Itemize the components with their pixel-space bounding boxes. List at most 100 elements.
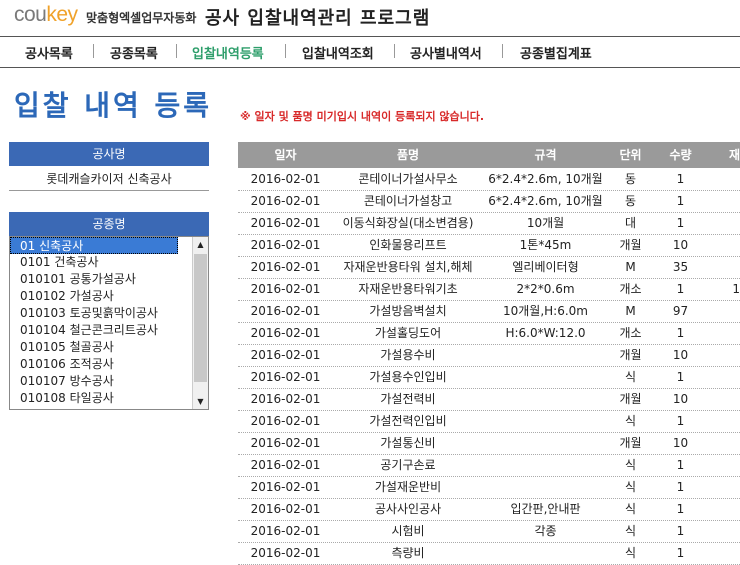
table-row[interactable]: 2016-02-01 공사사인공사 입간판,안내판 식 1 (238, 498, 740, 521)
cell-item-name[interactable]: 가설방음벽설치 (333, 300, 483, 322)
table-row[interactable]: 2016-02-01 이동식화장실(대소변겸용) 10개월 대 1 (238, 212, 740, 235)
nav-project-list[interactable]: 공사목록 (25, 43, 73, 62)
cell-item-name[interactable]: 자재운반용타워 설치,해체 (333, 256, 483, 278)
cell-qty[interactable]: 1 (653, 476, 708, 498)
cell-item-name[interactable]: 콘테이너가설사무소 (333, 168, 483, 190)
cell-date[interactable]: 2016-02-01 (238, 256, 333, 278)
cell-item-name[interactable]: 가설홀딩도어 (333, 322, 483, 344)
project-name-value[interactable]: 롯데캐슬카이저 신축공사 (9, 168, 209, 191)
cell-qty[interactable]: 10 (653, 234, 708, 256)
nav-trade-list[interactable]: 공종목록 (110, 43, 158, 62)
cell-unit[interactable]: 동 (608, 168, 653, 190)
cell-material[interactable] (708, 300, 740, 322)
cell-spec[interactable] (483, 476, 608, 498)
cell-unit[interactable]: 대 (608, 212, 653, 234)
cell-item-name[interactable]: 공기구손료 (333, 454, 483, 476)
table-row[interactable]: 2016-02-01 가설용수인입비 식 1 (238, 366, 740, 389)
table-row[interactable]: 2016-02-01 측량비 식 1 (238, 542, 740, 565)
cell-material[interactable] (708, 234, 740, 256)
cell-item-name[interactable]: 가설전력비 (333, 388, 483, 410)
cell-spec[interactable] (483, 366, 608, 388)
cell-spec[interactable] (483, 432, 608, 454)
cell-unit[interactable]: 개소 (608, 278, 653, 300)
cell-spec[interactable]: H:6.0*W:12.0 (483, 322, 608, 344)
table-row[interactable]: 2016-02-01 자재운반용타워 설치,해체 엘리베이터형 M 35 (238, 256, 740, 279)
table-row[interactable]: 2016-02-01 가설통신비 개월 10 (238, 432, 740, 455)
table-row[interactable]: 2016-02-01 가설방음벽설치 10개월,H:6.0m M 97 (238, 300, 740, 323)
table-row[interactable]: 2016-02-01 가설홀딩도어 H:6.0*W:12.0 개소 1 (238, 322, 740, 345)
nav-bid-search[interactable]: 입찰내역조회 (302, 43, 374, 62)
cell-material[interactable] (708, 388, 740, 410)
cell-qty[interactable]: 1 (653, 410, 708, 432)
cell-spec[interactable]: 각종 (483, 520, 608, 542)
table-row[interactable]: 2016-02-01 콘테이너가설창고 6*2.4*2.6m, 10개월 동 1 (238, 190, 740, 213)
cell-material[interactable] (708, 542, 740, 564)
cell-unit[interactable]: M (608, 300, 653, 322)
cell-unit[interactable]: 식 (608, 542, 653, 564)
cell-item-name[interactable]: 인화물용리프트 (333, 234, 483, 256)
cell-qty[interactable]: 1 (653, 542, 708, 564)
scroll-down-icon[interactable]: ▼ (193, 394, 208, 409)
scroll-up-icon[interactable]: ▲ (193, 237, 208, 252)
cell-date[interactable]: 2016-02-01 (238, 278, 333, 300)
cell-date[interactable]: 2016-02-01 (238, 476, 333, 498)
cell-material[interactable] (708, 366, 740, 388)
cell-spec[interactable]: 6*2.4*2.6m, 10개월 (483, 190, 608, 212)
cell-item-name[interactable]: 이동식화장실(대소변겸용) (333, 212, 483, 234)
cell-material[interactable] (708, 256, 740, 278)
cell-material[interactable] (708, 498, 740, 520)
cell-unit[interactable]: 식 (608, 454, 653, 476)
cell-unit[interactable]: 식 (608, 476, 653, 498)
table-row[interactable]: 2016-02-01 인화물용리프트 1톤*45m 개월 10 (238, 234, 740, 257)
cell-spec[interactable]: 10개월 (483, 212, 608, 234)
scroll-thumb[interactable] (194, 254, 207, 382)
trade-list-item[interactable]: 010108 타일공사 (10, 390, 188, 407)
cell-item-name[interactable]: 공사사인공사 (333, 498, 483, 520)
cell-material[interactable] (708, 432, 740, 454)
cell-date[interactable]: 2016-02-01 (238, 520, 333, 542)
cell-item-name[interactable]: 가설통신비 (333, 432, 483, 454)
cell-qty[interactable]: 10 (653, 432, 708, 454)
nav-bid-register[interactable]: 입찰내역등록 (192, 43, 264, 62)
table-row[interactable]: 2016-02-01 공기구손료 식 1 (238, 454, 740, 477)
table-row[interactable]: 2016-02-01 가설전력비 개월 10 (238, 388, 740, 411)
cell-material[interactable] (708, 212, 740, 234)
cell-date[interactable]: 2016-02-01 (238, 388, 333, 410)
cell-unit[interactable]: 식 (608, 520, 653, 542)
cell-qty[interactable]: 1 (653, 190, 708, 212)
cell-unit[interactable]: 식 (608, 366, 653, 388)
cell-material[interactable] (708, 454, 740, 476)
cell-item-name[interactable]: 콘테이너가설창고 (333, 190, 483, 212)
trade-list-item[interactable]: 010102 가설공사 (10, 288, 188, 305)
cell-date[interactable]: 2016-02-01 (238, 344, 333, 366)
cell-item-name[interactable]: 자재운반용타워기초 (333, 278, 483, 300)
cell-spec[interactable]: 엘리베이터형 (483, 256, 608, 278)
table-row[interactable]: 2016-02-01 자재운반용타워기초 2*2*0.6m 개소 1 1 (238, 278, 740, 301)
cell-date[interactable]: 2016-02-01 (238, 212, 333, 234)
cell-date[interactable]: 2016-02-01 (238, 432, 333, 454)
cell-qty[interactable]: 10 (653, 344, 708, 366)
cell-qty[interactable]: 1 (653, 366, 708, 388)
cell-date[interactable]: 2016-02-01 (238, 234, 333, 256)
nav-project-statement[interactable]: 공사별내역서 (410, 43, 482, 62)
table-row[interactable]: 2016-02-01 가설용수비 개월 10 (238, 344, 740, 367)
cell-date[interactable]: 2016-02-01 (238, 366, 333, 388)
nav-trade-summary[interactable]: 공종별집계표 (520, 43, 592, 62)
cell-material[interactable] (708, 520, 740, 542)
trade-listbox[interactable]: 01 신축공사 0101 건축공사 010101 공통가설공사 010102 가… (9, 236, 209, 410)
cell-material[interactable] (708, 190, 740, 212)
cell-unit[interactable]: 개월 (608, 388, 653, 410)
cell-spec[interactable]: 입간판,안내판 (483, 498, 608, 520)
cell-material[interactable] (708, 168, 740, 190)
cell-unit[interactable]: 개월 (608, 234, 653, 256)
cell-unit[interactable]: 동 (608, 190, 653, 212)
cell-qty[interactable]: 10 (653, 388, 708, 410)
table-row[interactable]: 2016-02-01 시험비 각종 식 1 (238, 520, 740, 543)
cell-unit[interactable]: 개월 (608, 344, 653, 366)
trade-list-item[interactable]: 01 신축공사 (10, 237, 178, 254)
cell-qty[interactable]: 1 (653, 278, 708, 300)
cell-date[interactable]: 2016-02-01 (238, 300, 333, 322)
cell-unit[interactable]: 개소 (608, 322, 653, 344)
trade-list-item[interactable]: 0101 건축공사 (10, 254, 188, 271)
cell-spec[interactable]: 6*2.4*2.6m, 10개월 (483, 168, 608, 190)
